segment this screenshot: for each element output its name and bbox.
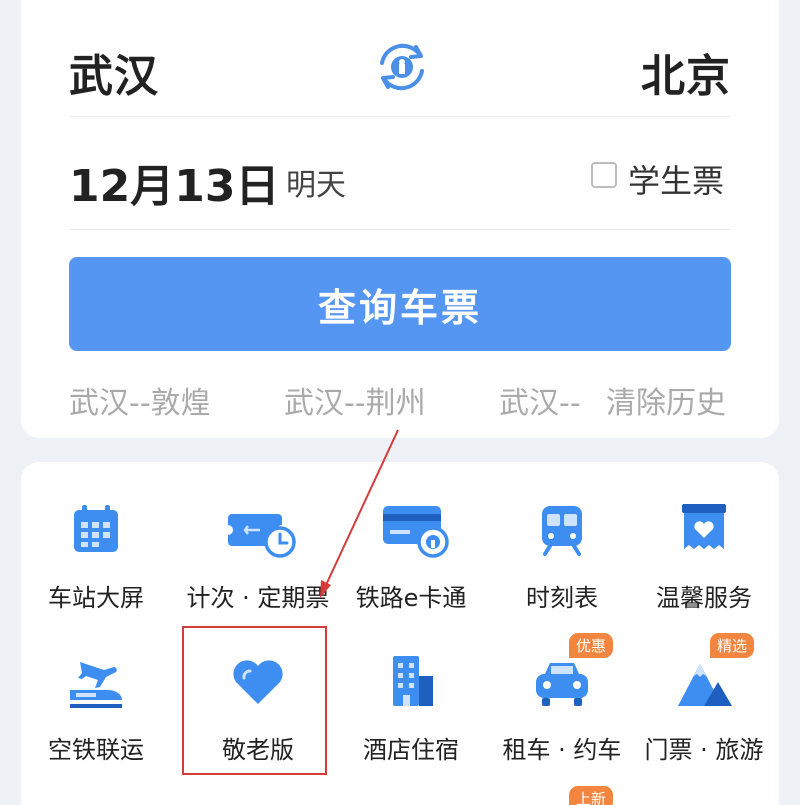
- service-label: 温馨服务: [656, 584, 752, 612]
- service-label: 计次 · 定期票: [186, 584, 330, 612]
- service-label: 门票 · 旅游: [644, 736, 764, 764]
- ticket-clock-icon: [228, 500, 296, 560]
- divider: [69, 229, 731, 230]
- discount-badge: 优惠: [569, 633, 614, 658]
- service-label: 空铁联运: [48, 736, 144, 764]
- clear-history-button[interactable]: 清除历史: [604, 378, 726, 422]
- service-label: 酒店住宿: [363, 736, 459, 764]
- arrival-city[interactable]: 北京: [641, 40, 731, 104]
- new-badge: 上新: [569, 786, 614, 805]
- student-ticket-checkbox[interactable]: [591, 162, 617, 188]
- calendar-icon: [66, 500, 126, 560]
- query-tickets-button[interactable]: 查询车票: [69, 257, 731, 351]
- train-icon: [532, 500, 592, 560]
- highlight-box: [182, 626, 327, 775]
- mountain-icon: [674, 652, 734, 712]
- heart-box-icon: [674, 500, 734, 560]
- plane-train-icon: [66, 652, 126, 712]
- featured-badge: 精选: [710, 633, 755, 658]
- date-relative-label: 明天: [286, 168, 346, 203]
- swap-stations-icon[interactable]: [372, 37, 432, 97]
- search-history-item[interactable]: 武汉--敦煌: [69, 378, 211, 422]
- departure-city[interactable]: 武汉: [69, 40, 159, 104]
- student-ticket-label[interactable]: 学生票: [628, 156, 724, 202]
- search-history-item[interactable]: 武汉--荆州: [284, 378, 426, 422]
- hotel-icon: [381, 652, 441, 712]
- service-label: 铁路e卡通: [355, 584, 467, 612]
- divider: [69, 116, 731, 117]
- car-icon: [532, 652, 592, 712]
- departure-date[interactable]: 12月13日: [69, 150, 279, 214]
- service-label: 车站大屏: [48, 584, 144, 612]
- search-history-item[interactable]: 武汉--: [499, 378, 581, 422]
- rail-card-icon: [381, 500, 449, 560]
- ticket-search-card: 武汉 北京 12月13日 明天 学生票 查询车票 武汉--敦煌 武汉--荆州 武…: [21, 0, 779, 438]
